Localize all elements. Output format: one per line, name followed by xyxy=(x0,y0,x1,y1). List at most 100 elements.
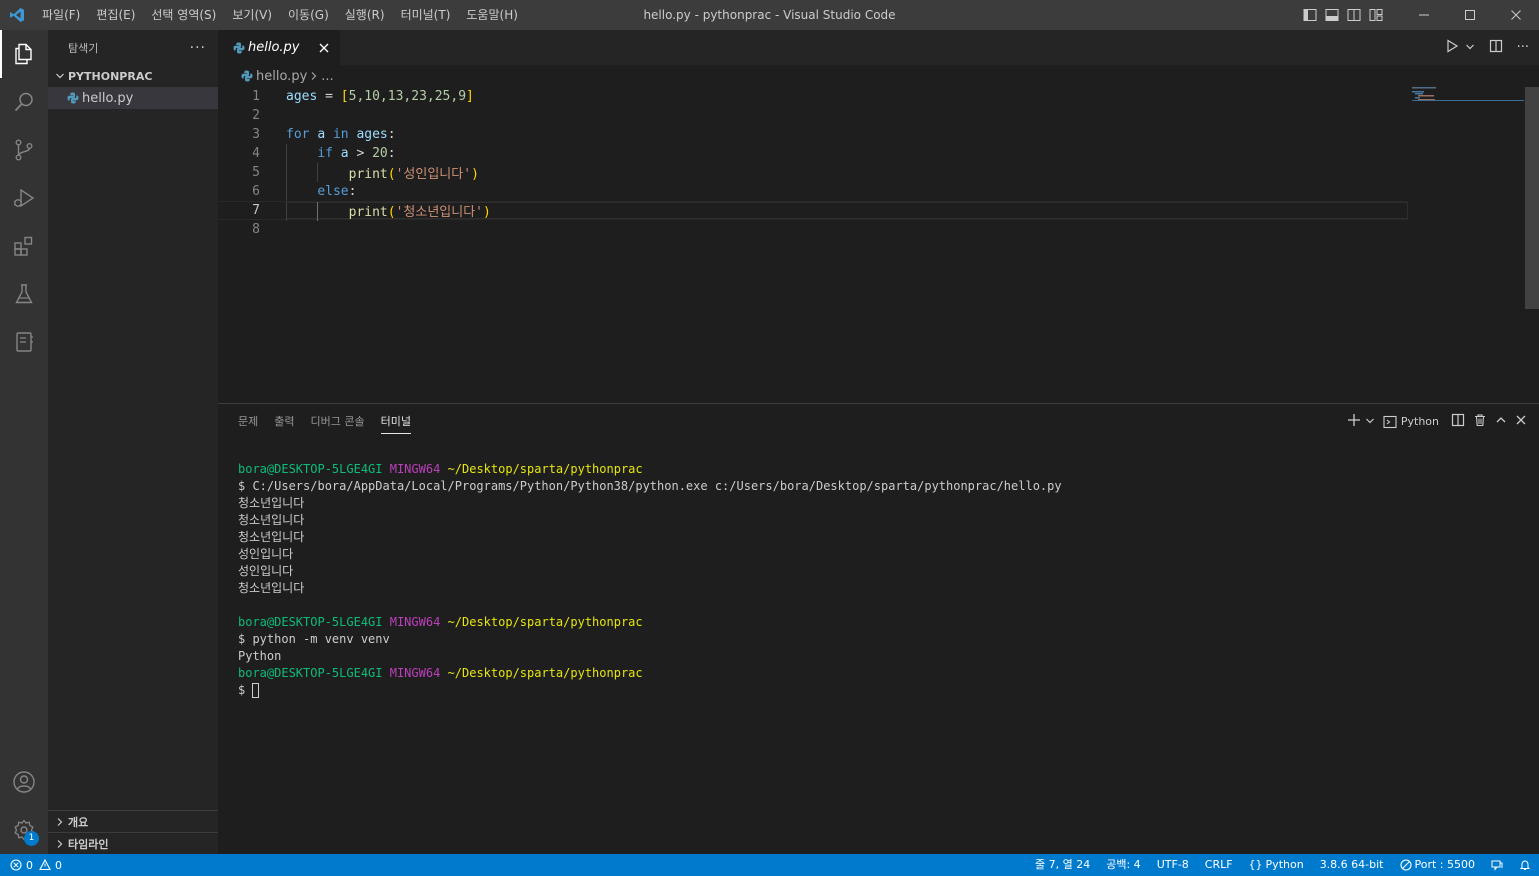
editor-actions: ··· xyxy=(1445,30,1529,65)
toggle-sidebar-icon[interactable] xyxy=(1299,0,1321,30)
vscode-logo-icon xyxy=(0,0,34,30)
folder-section-header[interactable]: PYTHONPRAC xyxy=(48,65,218,87)
breadcrumb-symbols[interactable]: ... xyxy=(321,69,333,84)
chevron-right-icon xyxy=(52,839,68,849)
line-number: 7 xyxy=(252,203,260,218)
maximize-icon[interactable] xyxy=(1447,0,1493,30)
kill-terminal-trash-icon[interactable] xyxy=(1473,413,1487,430)
terminal-dropdown-chevron-icon[interactable] xyxy=(1365,415,1375,429)
editor-scrollbar[interactable] xyxy=(1525,87,1539,403)
code-line: 6 else: xyxy=(218,182,1408,201)
line-number: 8 xyxy=(252,222,260,237)
timeline-label: 타임라인 xyxy=(68,837,109,851)
terminal-output-line: 성인입니다 xyxy=(238,547,294,561)
breadcrumb-file[interactable]: hello.py xyxy=(256,69,307,84)
terminal-output-line: 청소년입니다 xyxy=(238,496,305,510)
code-line: 8 xyxy=(218,220,1408,239)
menu-view[interactable]: 보기(V) xyxy=(224,0,280,30)
terminal-command: $ python -m venv venv xyxy=(238,632,390,646)
more-actions-icon[interactable]: ··· xyxy=(190,40,206,56)
maximize-panel-chevron-up-icon[interactable] xyxy=(1495,414,1507,429)
scrollbar-thumb[interactable] xyxy=(1525,87,1539,309)
feedback-icon[interactable] xyxy=(1483,854,1511,876)
file-name: hello.py xyxy=(82,90,134,106)
outline-section-header[interactable]: 개요 xyxy=(48,810,218,832)
tab-output[interactable]: 출력 xyxy=(266,404,302,439)
tab-debug-console[interactable]: 디버그 콘솔 xyxy=(303,404,373,439)
menu-selection[interactable]: 선택 영역(S) xyxy=(143,0,224,30)
testing-icon[interactable] xyxy=(0,270,48,318)
close-window-icon[interactable] xyxy=(1493,0,1539,30)
menu-terminal[interactable]: 터미널(T) xyxy=(393,0,459,30)
tab-label: hello.py xyxy=(248,40,300,55)
status-language[interactable]: {} Python xyxy=(1241,854,1312,876)
toggle-panel-icon[interactable] xyxy=(1321,0,1343,30)
account-icon[interactable] xyxy=(0,758,48,806)
new-terminal-plus-icon[interactable] xyxy=(1347,413,1361,430)
file-item-hello-py[interactable]: hello.py xyxy=(48,87,218,109)
tab-hello-py[interactable]: hello.py xyxy=(218,30,340,65)
status-cursor-position[interactable]: 줄 7, 열 24 xyxy=(1027,854,1098,876)
sidebar-bottom-sections: 개요 타임라인 xyxy=(48,810,218,854)
code-text: print('성인입니다') xyxy=(348,167,479,182)
split-editor-icon[interactable] xyxy=(1489,39,1503,56)
source-control-icon[interactable] xyxy=(0,126,48,174)
terminal-selector[interactable]: Python xyxy=(1383,415,1439,429)
menu-go[interactable]: 이동(G) xyxy=(280,0,337,30)
notebook-icon[interactable] xyxy=(0,318,48,366)
manage-gear-icon[interactable]: 1 xyxy=(0,806,48,854)
terminal-cursor xyxy=(252,683,260,698)
error-count: 0 xyxy=(26,858,33,872)
menu-run[interactable]: 실행(R) xyxy=(337,0,393,30)
customize-layout-icon[interactable] xyxy=(1365,0,1387,30)
status-interpreter[interactable]: 3.8.6 64-bit xyxy=(1312,854,1392,876)
terminal-input-line[interactable]: $ xyxy=(238,682,1062,699)
line-number: 5 xyxy=(252,165,260,180)
menu-help[interactable]: 도움말(H) xyxy=(458,0,526,30)
chevron-right-icon xyxy=(52,817,68,827)
run-debug-icon[interactable] xyxy=(0,174,48,222)
editor-more-actions-icon[interactable]: ··· xyxy=(1517,40,1529,55)
port-icon xyxy=(1399,859,1412,871)
search-icon[interactable] xyxy=(0,78,48,126)
menu-edit[interactable]: 편집(E) xyxy=(88,0,143,30)
terminal-output[interactable]: bora@DESKTOP-5LGE4GI MINGW64 ~/Desktop/s… xyxy=(238,461,1062,699)
run-dropdown-chevron-icon[interactable] xyxy=(1465,41,1475,55)
terminal-prompt: bora@DESKTOP-5LGE4GI MINGW64 ~/Desktop/s… xyxy=(238,462,643,476)
chevron-down-icon xyxy=(52,71,68,81)
extensions-icon[interactable] xyxy=(0,222,48,270)
tab-terminal[interactable]: 터미널 xyxy=(373,404,419,439)
menu-file[interactable]: 파일(F) xyxy=(34,0,88,30)
minimap[interactable] xyxy=(1412,87,1524,107)
notifications-bell-icon[interactable] xyxy=(1511,854,1539,876)
run-python-file-icon[interactable] xyxy=(1445,39,1459,56)
python-file-icon xyxy=(238,70,256,82)
terminal-name: Python xyxy=(1400,415,1439,428)
code-line: 3 for a in ages: xyxy=(218,125,1408,144)
terminal-output-line: 청소년입니다 xyxy=(238,530,305,544)
timeline-section-header[interactable]: 타임라인 xyxy=(48,832,218,854)
status-indentation[interactable]: 공백: 4 xyxy=(1098,854,1148,876)
toggle-secondary-sidebar-icon[interactable] xyxy=(1343,0,1365,30)
status-encoding[interactable]: UTF-8 xyxy=(1149,854,1197,876)
tab-problems[interactable]: 문제 xyxy=(230,404,266,439)
status-problems[interactable]: 0 0 xyxy=(0,854,62,876)
files-icon[interactable] xyxy=(0,30,48,78)
menu-bar: 파일(F) 편집(E) 선택 영역(S) 보기(V) 이동(G) 실행(R) 터… xyxy=(34,0,526,30)
code-text: print('청소년입니다') xyxy=(348,205,491,220)
close-panel-icon[interactable] xyxy=(1515,414,1527,429)
editor-group: hello.py ··· hello.py ... 1 ages = [5,10… xyxy=(218,30,1539,403)
outline-label: 개요 xyxy=(68,815,89,829)
python-file-icon xyxy=(230,42,248,54)
chevron-right-icon xyxy=(310,71,318,81)
folder-name: PYTHONPRAC xyxy=(68,69,153,83)
code-text: for a in ages: xyxy=(286,127,396,142)
close-tab-icon[interactable] xyxy=(316,40,332,56)
code-editor[interactable]: 1 ages = [5,10,13,23,25,9] 2 3 for a in … xyxy=(218,87,1408,239)
split-terminal-icon[interactable] xyxy=(1451,413,1465,430)
status-live-server[interactable]: Port : 5500 xyxy=(1392,854,1484,876)
panel-actions: Python xyxy=(1347,404,1527,439)
minimize-icon[interactable] xyxy=(1401,0,1447,30)
status-eol[interactable]: CRLF xyxy=(1197,854,1241,876)
activity-bar-bottom: 1 xyxy=(0,758,48,854)
